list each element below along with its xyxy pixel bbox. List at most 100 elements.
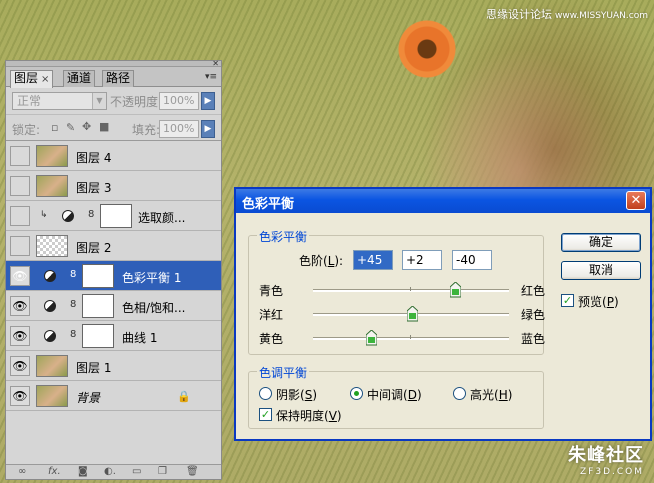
chain-link-icon[interactable]: 8 <box>70 299 76 310</box>
preserve-luminosity-label[interactable]: 保持明度(V) <box>276 407 342 424</box>
yellow-blue-slider[interactable] <box>313 330 509 346</box>
level-magenta-green-input[interactable]: +2 <box>402 250 442 270</box>
close-icon[interactable]: ✕ <box>626 191 646 210</box>
slider-thumb[interactable] <box>407 306 419 322</box>
opacity-field[interactable]: 100% <box>159 92 199 110</box>
preserve-luminosity-checkbox[interactable]: ✓ <box>259 408 272 421</box>
lock-move-icon[interactable]: ✥ <box>82 120 91 133</box>
slider-thumb[interactable] <box>366 330 378 346</box>
chevron-down-icon[interactable]: ▼ <box>92 93 106 109</box>
layer-name: 曲线 1 <box>122 331 158 345</box>
chain-link-icon[interactable]: 8 <box>70 269 76 280</box>
cancel-button[interactable]: 取消 <box>561 261 641 280</box>
tab-paths[interactable]: 路径 <box>102 70 135 87</box>
adjustment-layer-icon <box>62 210 74 222</box>
cyan-red-slider[interactable] <box>313 282 509 298</box>
panel-bottom-bar: ∞ fx. ◙ ◐. ▭ ❐ 🗑 <box>6 464 221 479</box>
new-layer-icon[interactable]: ❐ <box>158 466 167 477</box>
layer-thumbnail <box>36 175 68 197</box>
eye-icon[interactable]: 👁 <box>10 356 30 376</box>
chain-link-icon[interactable]: 8 <box>70 329 76 340</box>
watermark-top-text: 思缘设计论坛 <box>485 8 552 21</box>
watermark-top: 思缘设计论坛 www.MISSYUAN.com <box>486 6 648 22</box>
tab-layers-label: 图层 <box>14 71 39 85</box>
preview-label[interactable]: 预览(P) <box>578 293 619 310</box>
layer-row[interactable]: 图层 2 <box>6 231 221 261</box>
layer-thumbnail <box>36 145 68 167</box>
lock-brush-icon[interactable]: ✎ <box>66 121 75 134</box>
slider-left-label: 黄色 <box>259 332 284 346</box>
clip-arrow-icon: ↳ <box>40 210 48 220</box>
blend-mode-select[interactable]: 正常 ▼ <box>12 92 107 110</box>
level-cyan-red-input[interactable]: +45 <box>353 250 393 270</box>
visibility-toggle[interactable] <box>10 146 30 166</box>
group-icon[interactable]: ▭ <box>132 466 141 477</box>
fill-label: 填充: <box>132 123 161 137</box>
trash-icon[interactable]: 🗑 <box>186 466 199 477</box>
preview-checkbox[interactable]: ✓ <box>561 294 574 307</box>
layers-list: 图层 4 图层 3 ↳ 8 选取颜... 图层 2 👁 8 色彩平衡 1 👁 8… <box>6 140 221 467</box>
slider-thumb[interactable] <box>449 282 461 298</box>
tab-channels[interactable]: 通道 <box>63 70 96 87</box>
magenta-green-slider[interactable] <box>313 306 509 322</box>
panel-menu-icon[interactable]: ▾≡ <box>205 72 217 82</box>
panel-tabs: 图层 × 通道 路径 ▾≡ <box>6 67 221 88</box>
radio-midtones[interactable] <box>350 387 363 400</box>
eye-icon[interactable]: 👁 <box>10 296 30 316</box>
layer-row[interactable]: 图层 3 <box>6 171 221 201</box>
shadows-label[interactable]: 阴影(S) <box>276 386 317 403</box>
layer-name: 图层 4 <box>76 151 112 165</box>
slider-left-label: 洋红 <box>259 308 284 322</box>
visibility-toggle[interactable] <box>10 236 30 256</box>
slider-right-label: 绿色 <box>521 308 546 322</box>
layer-name: 图层 2 <box>76 241 112 255</box>
layer-name: 图层 1 <box>76 361 112 375</box>
layer-row[interactable]: ↳ 8 选取颜... <box>6 201 221 231</box>
visibility-toggle[interactable] <box>10 176 30 196</box>
radio-highlights[interactable] <box>453 387 466 400</box>
slider-center-tick <box>410 287 411 291</box>
layer-row[interactable]: 👁 背景 🔒 <box>6 381 221 411</box>
opacity-label: 不透明度: <box>110 95 163 109</box>
radio-shadows[interactable] <box>259 387 272 400</box>
layer-name: 色相/饱和... <box>122 301 186 315</box>
eye-icon[interactable]: 👁 <box>10 326 30 346</box>
adjustment-icon[interactable]: ◐. <box>104 466 116 477</box>
watermark-top-url: www.MISSYUAN.com <box>554 11 648 21</box>
fx-icon[interactable]: fx. <box>48 466 61 477</box>
slider-right-label: 红色 <box>521 284 546 298</box>
layer-row[interactable]: 👁 8 色相/饱和... <box>6 291 221 321</box>
dialog-titlebar[interactable]: 色彩平衡 ✕ <box>236 189 650 213</box>
color-balance-group: 色彩平衡 色阶(L): +45 +2 -40 青色 红色 洋红 绿色 黄色 蓝色 <box>248 228 546 355</box>
layer-row[interactable]: 👁 图层 1 <box>6 351 221 381</box>
tab-layers[interactable]: 图层 × <box>10 70 54 88</box>
visibility-toggle[interactable] <box>10 206 30 226</box>
layer-mask-thumbnail <box>82 324 114 348</box>
tab-channels-label: 通道 <box>67 71 92 85</box>
layer-name: 选取颜... <box>138 211 186 225</box>
level-yellow-blue-input[interactable]: -40 <box>452 250 492 270</box>
ok-button[interactable]: 确定 <box>561 233 641 252</box>
eye-icon[interactable]: 👁 <box>10 266 30 286</box>
layer-row[interactable]: 图层 4 <box>6 141 221 171</box>
link-icon[interactable]: ∞ <box>18 466 26 477</box>
layer-mask-thumbnail <box>100 204 132 228</box>
layer-row[interactable]: 👁 8 曲线 1 <box>6 321 221 351</box>
layer-name: 图层 3 <box>76 181 112 195</box>
opacity-arrow-icon[interactable]: ▶ <box>201 92 215 110</box>
highlights-label[interactable]: 高光(H) <box>470 386 512 403</box>
layer-name: 色彩平衡 1 <box>122 271 182 285</box>
mask-icon[interactable]: ◙ <box>78 466 88 477</box>
midtones-label[interactable]: 中间调(D) <box>367 386 422 403</box>
eye-icon[interactable]: 👁 <box>10 386 30 406</box>
layer-row-selected[interactable]: 👁 8 色彩平衡 1 <box>6 261 221 291</box>
lock-all-icon[interactable]: ■ <box>99 120 109 133</box>
fill-arrow-icon[interactable]: ▶ <box>201 120 215 138</box>
blend-opacity-row: 正常 ▼ 不透明度: 100% ▶ <box>6 87 221 114</box>
chain-link-icon[interactable]: 8 <box>88 209 94 220</box>
layers-panel: ✕ 图层 × 通道 路径 ▾≡ 正常 ▼ 不透明度: 100% ▶ 锁定: ▫ ✎… <box>5 60 222 480</box>
layer-thumbnail <box>36 235 68 257</box>
lock-transparency-icon[interactable]: ▫ <box>51 121 58 134</box>
tab-close-icon[interactable]: × <box>41 74 49 85</box>
fill-field[interactable]: 100% <box>159 120 199 138</box>
